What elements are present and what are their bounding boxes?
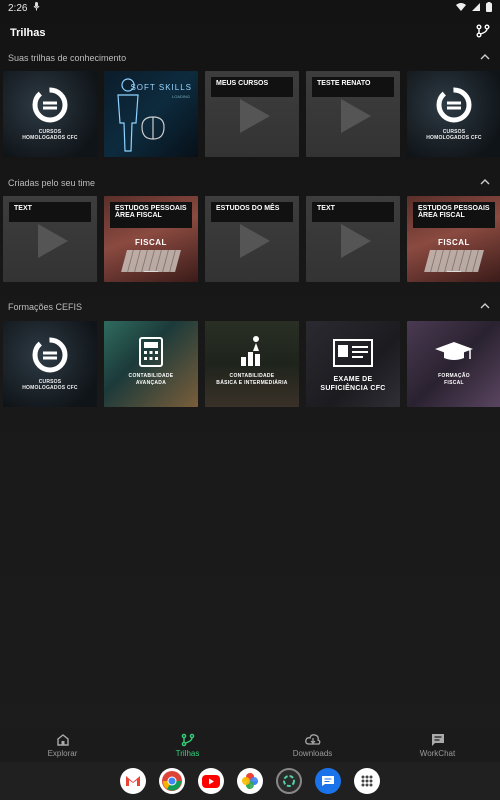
play-icon [240,223,270,258]
calculator-image [121,250,181,272]
course-card[interactable]: ESTUDOS DO MÊS [205,196,299,282]
course-card[interactable]: SOFT SKILLS LOADING [104,71,198,157]
chat-icon [431,733,444,746]
section-title: Criadas pelo seu time [8,178,96,188]
course-card[interactable]: TEXT [306,196,400,282]
cfc-logo-icon [434,85,474,125]
card-subtitle: LOADING [171,94,190,99]
course-card[interactable]: CONTABILIDADE AVANÇADA [104,321,198,407]
section-header[interactable]: Formações CEFIS [0,299,500,315]
nav-item-downloads[interactable]: Downloads [263,733,363,758]
card-caption: CONTABILIDADE AVANÇADA [128,373,174,386]
growth-chart-icon [241,336,260,366]
card-caption: FORMAÇÃO FISCAL [438,373,470,386]
nav-label: Downloads [292,748,333,758]
system-dock [0,762,500,800]
play-icon [341,98,371,133]
card-title: TEXT [9,202,91,222]
play-icon [341,223,371,258]
signal-icon [472,2,480,14]
card-title: TEXT [312,202,394,222]
nav-label: Explorar [47,748,78,758]
home-icon [56,733,69,746]
chevron-up-icon[interactable] [478,175,492,191]
chrome-icon[interactable] [159,768,185,794]
nav-item-trilhas[interactable]: Trilhas [138,733,238,758]
card-title: ESTUDOS DO MÊS [211,202,293,222]
card-cover-word: FISCAL [135,238,167,247]
divider [144,271,158,272]
section-title: Suas trilhas de conhecimento [8,53,127,63]
app-bar: Trilhas [0,20,500,46]
calculator-image [424,250,484,272]
card-title: ESTUDOS PESSOAIS ÁREA FISCAL [413,202,495,228]
nav-label: WorkChat [419,748,456,758]
page-title: Trilhas [10,27,46,39]
cloud-download-icon [304,733,320,745]
nav-item-workchat[interactable]: WorkChat [388,733,488,758]
divider [447,271,461,272]
youtube-icon[interactable] [198,768,224,794]
messages-icon[interactable] [315,768,341,794]
section-header[interactable]: Suas trilhas de conhecimento [0,50,500,66]
battery-icon [486,1,492,15]
course-card[interactable]: EXAME DE SUFICIÊNCIA CFC [306,321,400,407]
course-card[interactable]: ESTUDOS PESSOAIS ÁREA FISCAL FISCAL [104,196,198,282]
calculator-icon [139,337,163,367]
card-caption: CURSOS HOMOLOGADOS CFC [22,128,78,141]
section-header[interactable]: Criadas pelo seu time [0,175,500,191]
card-row: CURSOS HOMOLOGADOS CFC SOFT SKILLS LOADI… [3,71,500,157]
card-row: TEXT ESTUDOS PESSOAIS ÁREA FISCAL FISCAL… [3,196,500,282]
graduation-cap-icon [435,342,473,360]
card-title: SOFT SKILLS [130,83,192,92]
status-time: 2:26 [8,2,28,14]
card-caption: CURSOS HOMOLOGADOS CFC [426,128,482,141]
nav-item-explorar[interactable]: Explorar [13,733,113,758]
card-row: CURSOS HOMOLOGADOS CFC CONTABILIDADE AVA… [3,321,500,407]
gmail-icon[interactable] [120,768,146,794]
course-card[interactable]: MEUS CURSOS [205,71,299,157]
mic-icon [33,2,40,14]
course-card[interactable]: CURSOS HOMOLOGADOS CFC [407,71,500,157]
card-caption: EXAME DE SUFICIÊNCIA CFC [320,376,386,393]
course-card[interactable]: CURSOS HOMOLOGADOS CFC [3,321,97,407]
play-icon [240,98,270,133]
course-card[interactable]: CONTABILIDADE BÁSICA E INTERMEDIÁRIA [205,321,299,407]
branch-icon [181,733,194,746]
chevron-up-icon[interactable] [478,50,492,66]
course-card[interactable]: ESTUDOS PESSOAIS ÁREA FISCAL FISCAL [407,196,500,282]
bottom-navigation: Explorar Trilhas Downloads WorkChat [0,728,500,762]
card-title: MEUS CURSOS [211,77,293,97]
card-title: TESTE RENATO [312,77,394,97]
status-bar: 2:26 [0,0,500,16]
cfc-logo-icon [30,335,70,375]
card-caption: CONTABILIDADE BÁSICA E INTERMEDIÁRIA [216,373,288,386]
nav-label: Trilhas [175,748,200,758]
course-card[interactable]: CURSOS HOMOLOGADOS CFC [3,71,97,157]
id-card-icon [333,339,373,367]
play-icon [38,223,68,258]
card-caption: CURSOS HOMOLOGADOS CFC [22,378,78,391]
photos-icon[interactable] [237,768,263,794]
apps-grid-icon[interactable] [354,768,380,794]
branch-icon[interactable] [476,24,490,43]
section-title: Formações CEFIS [8,302,83,312]
card-cover-word: FISCAL [438,238,470,247]
wifi-icon [456,2,466,14]
course-card[interactable]: TEXT [3,196,97,282]
brain-icon [141,116,165,140]
course-card[interactable]: TESTE RENATO [306,71,400,157]
course-card[interactable]: FORMAÇÃO FISCAL [407,321,500,407]
chevron-up-icon[interactable] [478,299,492,315]
app-icon[interactable] [276,768,302,794]
cfc-logo-icon [30,85,70,125]
card-title: ESTUDOS PESSOAIS ÁREA FISCAL [110,202,192,228]
